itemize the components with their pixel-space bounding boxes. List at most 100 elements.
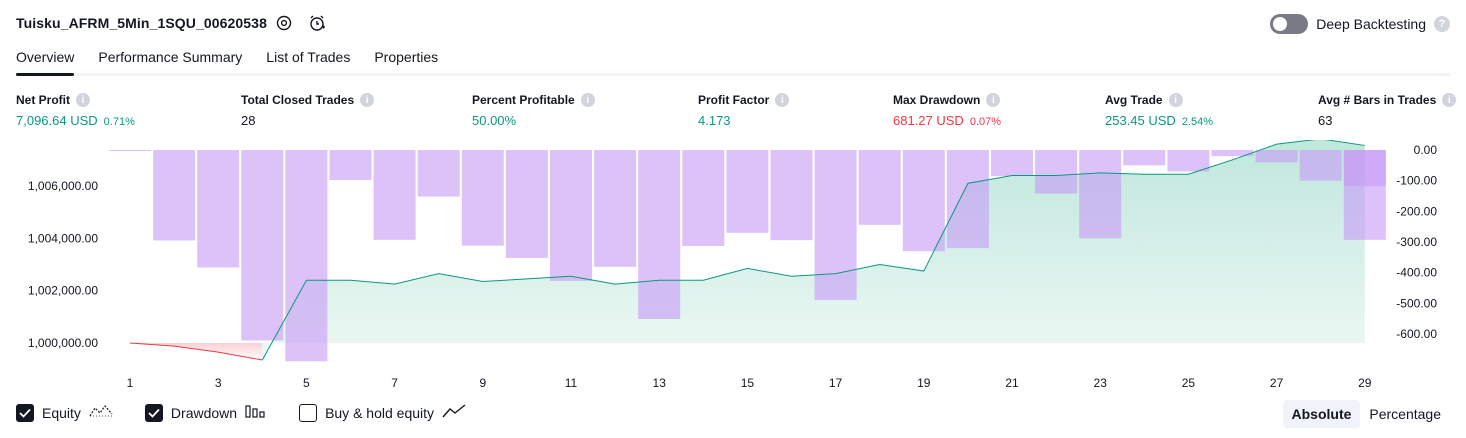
info-icon[interactable]: i <box>1442 93 1457 107</box>
stat-percent: 2.54% <box>1181 116 1214 128</box>
absolute-button[interactable]: Absolute <box>1282 400 1361 428</box>
drawdown-bar <box>770 150 813 241</box>
legend-drawdown-label: Drawdown <box>170 404 238 421</box>
stat-percent-profitable: Percent Profitable i 50.00% <box>472 93 595 128</box>
x-axis-tick: 17 <box>829 376 843 390</box>
deep-backtesting-control: Deep Backtesting ? <box>1270 14 1450 34</box>
drawdown-bar <box>814 150 857 300</box>
equity-drawdown-chart[interactable]: 1,000,000.00 1,002,000.00 1,004,000.00 1,00… <box>0 140 1466 398</box>
drawdown-bar <box>858 150 901 225</box>
percentage-button[interactable]: Percentage <box>1360 400 1450 428</box>
info-icon[interactable]: i <box>775 93 790 107</box>
x-axis-tick: 25 <box>1182 376 1196 390</box>
x-axis-tick: 21 <box>1005 376 1019 390</box>
drawdown-bar <box>373 150 416 240</box>
drawdown-bar <box>461 150 504 246</box>
drawdown-bar <box>726 150 769 233</box>
stat-value: 63 <box>1318 113 1333 128</box>
right-axis-tick: -300.00 <box>1396 235 1437 249</box>
deep-backtesting-toggle[interactable] <box>1270 14 1309 34</box>
right-axis-tick: 0.00 <box>1414 143 1438 157</box>
equity-loss-area <box>130 343 263 361</box>
tab-performance-summary[interactable]: Performance Summary <box>98 48 242 73</box>
legend-drawdown[interactable]: Drawdown <box>144 403 267 422</box>
drawdown-bar <box>197 150 240 268</box>
stat-label: Avg Trade <box>1105 93 1163 107</box>
stat-profit-factor: Profit Factor i 4.173 <box>698 93 790 128</box>
info-icon[interactable]: i <box>76 93 90 107</box>
help-icon[interactable]: ? <box>1434 16 1450 32</box>
right-axis-tick: -500.00 <box>1396 296 1437 310</box>
stat-avg-bars-in-trades: Avg # Bars in Trades i 63 <box>1318 93 1457 128</box>
settings-icon[interactable] <box>274 13 294 33</box>
drawdown-checkbox[interactable] <box>144 403 163 422</box>
x-axis-tick: 1 <box>127 376 134 390</box>
x-axis-tick: 19 <box>917 376 931 390</box>
x-axis-tick: 3 <box>215 376 222 390</box>
chart-legend: Equity Drawdown Buy & hold equity <box>16 403 498 422</box>
drawdown-bar <box>1035 150 1078 194</box>
stat-avg-trade: Avg Trade i 253.45 USD 2.54% <box>1105 93 1213 128</box>
legend-equity[interactable]: Equity <box>16 403 113 422</box>
drawdown-bar <box>550 150 592 281</box>
info-icon[interactable]: i <box>580 93 595 107</box>
drawdown-bar <box>1211 150 1254 157</box>
drawdown-bars-icon <box>245 403 267 422</box>
x-axis-tick: 13 <box>653 376 667 390</box>
info-icon[interactable]: i <box>1168 93 1183 107</box>
drawdown-bar <box>991 150 1033 177</box>
left-axis-tick: 1,004,000.00 <box>28 231 98 245</box>
drawdown-bar <box>109 150 151 151</box>
drawdown-bar <box>1079 150 1122 239</box>
stat-net-profit: Net Profit i 7,096.64 USD 0.71% <box>16 93 135 128</box>
left-axis-tick: 1,006,000.00 <box>28 179 98 193</box>
alert-clock-icon[interactable] <box>307 13 327 33</box>
strategy-title: Tuisku_AFRM_5Min_1SQU_00620538 <box>16 15 267 31</box>
stat-value: 253.45 USD <box>1105 113 1176 128</box>
drawdown-bar <box>594 150 637 267</box>
left-axis-tick: 1,000,000.00 <box>28 336 98 350</box>
legend-buy-hold[interactable]: Buy & hold equity <box>299 403 466 422</box>
drawdown-bar <box>505 150 548 258</box>
equity-checkbox[interactable] <box>16 403 34 422</box>
tab-overview[interactable]: Overview <box>16 48 75 76</box>
left-axis-tick: 1,002,000.00 <box>28 284 98 298</box>
right-axis-tick: -600.00 <box>1396 327 1437 341</box>
drawdown-bar <box>1343 150 1386 240</box>
drawdown-bar <box>638 150 681 319</box>
x-axis-tick: 7 <box>391 376 398 390</box>
stat-label: Avg # Bars in Trades <box>1318 93 1437 107</box>
stat-value: 681.27 USD <box>893 113 964 128</box>
legend-buyhold-label: Buy & hold equity <box>325 404 435 421</box>
stat-percent: 0.07% <box>969 116 1002 128</box>
drawdown-bar <box>329 150 372 181</box>
tab-properties[interactable]: Properties <box>374 48 438 73</box>
drawdown-bar <box>285 150 328 362</box>
buyhold-checkbox[interactable] <box>299 403 318 422</box>
stat-value: 28 <box>241 113 256 128</box>
x-axis-tick: 11 <box>565 376 578 390</box>
stat-max-drawdown: Max Drawdown i 681.27 USD 0.07% <box>893 93 1001 128</box>
stat-label: Net Profit <box>16 93 70 107</box>
right-axis-tick: -200.00 <box>1396 204 1437 218</box>
stat-label: Max Drawdown <box>893 93 981 107</box>
drawdown-bar <box>1255 150 1298 163</box>
stat-percent: 0.71% <box>103 116 135 128</box>
info-icon[interactable]: i <box>986 93 1001 107</box>
info-icon[interactable]: i <box>360 93 375 107</box>
drawdown-bar <box>417 150 460 197</box>
right-axis-tick: -100.00 <box>1396 174 1437 188</box>
right-axis-tick: -400.00 <box>1396 266 1437 280</box>
stat-value: 4.173 <box>698 113 731 128</box>
stat-label: Profit Factor <box>698 93 770 107</box>
stat-total-closed-trades: Total Closed Trades i 28 <box>241 93 375 128</box>
legend-equity-label: Equity <box>42 404 81 421</box>
stat-value: 50.00% <box>472 113 517 128</box>
drawdown-bar <box>241 150 284 341</box>
drawdown-bar <box>902 150 945 252</box>
tab-list-of-trades[interactable]: List of Trades <box>266 48 350 73</box>
stat-label: Percent Profitable <box>472 93 575 107</box>
stat-label: Total Closed Trades <box>241 93 355 107</box>
x-axis-tick: 23 <box>1094 376 1108 390</box>
x-axis-tick: 5 <box>303 376 310 390</box>
